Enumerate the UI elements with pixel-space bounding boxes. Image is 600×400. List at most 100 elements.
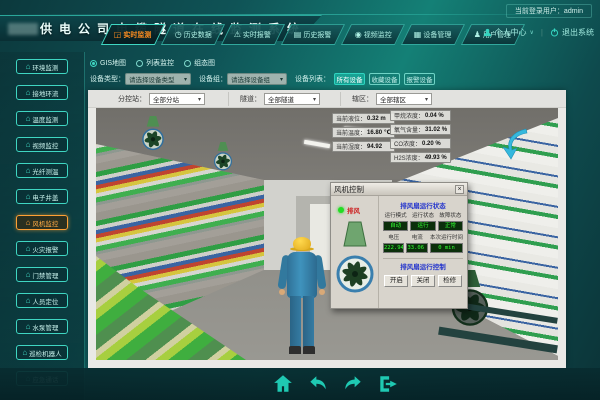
- tab-5[interactable]: ◉视频监控: [341, 24, 405, 45]
- view-mode-switcher: GIS地图 列表监控 组态图: [90, 58, 215, 68]
- alarm-bell-icon: ⚠: [234, 31, 241, 39]
- exit-icon[interactable]: [377, 373, 399, 395]
- sensor-value: 49.93 %: [425, 155, 447, 161]
- home-icon[interactable]: [272, 373, 294, 395]
- sensor-readout: 当前温度：16.80 ℃: [332, 127, 395, 138]
- filter-divider: [228, 92, 229, 106]
- fan-status-label: 运行模式: [383, 211, 408, 219]
- current-user-label: 当前登录用户：admin: [506, 4, 592, 18]
- device-list-button-2[interactable]: 收藏设备: [369, 73, 400, 85]
- main-nav-tabs: ◲实时监测◷历史数据⚠实时报警▤历史报警◉视频监控▦设备管理♟用户管理: [106, 24, 520, 45]
- district-select[interactable]: 全部辖区 ▾: [376, 93, 432, 105]
- district-label: 辖区：: [352, 94, 373, 104]
- sidebar: ⌂环境监测⌂接地环流⌂温度监测⌂视频监控⌂光纤测温⌂电子井盖⌂风机监控⌂火灾报警…: [0, 52, 85, 400]
- radio-icon: [184, 60, 191, 67]
- sidebar-item-6[interactable]: ⌂电子井盖: [16, 189, 68, 204]
- house-icon: ⌂: [26, 167, 31, 175]
- sensor-label: 甲烷浓度：: [394, 111, 424, 120]
- radio-label: 列表监控: [146, 58, 174, 68]
- fan-status-value: 运行: [410, 221, 435, 231]
- sidebar-item-label: 环境监测: [32, 62, 58, 72]
- house-icon: ⌂: [26, 271, 31, 279]
- view-mode-radio-3[interactable]: 组态图: [184, 58, 215, 68]
- caret-down-icon: ▾: [313, 96, 316, 103]
- view-mode-radio-2[interactable]: 列表监控: [136, 58, 174, 68]
- house-icon: ⌂: [26, 297, 31, 305]
- history-alarm-icon: ▤: [294, 31, 302, 39]
- worker-leg: [303, 296, 314, 348]
- tab-label: 视频监控: [363, 30, 391, 40]
- sidebar-item-label: 巡检机器人: [29, 348, 62, 358]
- dialog-title-bar[interactable]: 风机控制 ×: [331, 183, 467, 196]
- redo-arrow-icon[interactable]: [342, 373, 364, 395]
- device-grid-icon: ▦: [414, 31, 422, 39]
- sidebar-item-label: 水泵管理: [32, 322, 58, 332]
- house-icon: ⌂: [26, 193, 31, 201]
- fan-control-buttons: 开启关闭检修: [383, 275, 463, 287]
- sidebar-item-1[interactable]: ⌂环境监测: [16, 59, 68, 74]
- worker-hand: [279, 289, 285, 295]
- sidebar-item-4[interactable]: ⌂视频监控: [16, 137, 68, 152]
- sidebar-item-10[interactable]: ⌂人员定位: [16, 293, 68, 308]
- sidebar-item-2[interactable]: ⌂接地环流: [16, 85, 68, 100]
- device-type-label: 设备类型：: [90, 74, 125, 84]
- close-icon[interactable]: ×: [455, 185, 464, 194]
- sensor-readout: 氧气含量：31.02 %: [390, 124, 451, 135]
- tunnel-3d-view[interactable]: 当前液位：0.32 m当前温度：16.80 ℃当前湿度：94.92 甲烷浓度：0…: [96, 108, 558, 360]
- video-camera-icon: ◉: [355, 31, 362, 39]
- tab-label: 历史数据: [183, 30, 211, 40]
- fan-control-button-2[interactable]: 关闭: [411, 275, 435, 287]
- tab-6[interactable]: ▦设备管理: [401, 24, 465, 45]
- fan-control-button-3[interactable]: 检修: [438, 275, 462, 287]
- menu-divider: |: [541, 28, 543, 37]
- dialog-title: 风机控制: [334, 184, 364, 195]
- worker-avatar: [274, 236, 330, 360]
- sensor-label: 当前湿度：: [336, 142, 366, 151]
- undo-arrow-icon[interactable]: [307, 373, 329, 395]
- fan-control-button-1[interactable]: 开启: [384, 275, 408, 287]
- tab-3[interactable]: ⚠实时报警: [221, 24, 285, 45]
- fan-metrics-grid: 电压电流本次运行时间222.94 V33.06 A0 min: [383, 233, 463, 253]
- logout-link[interactable]: 退出系统: [562, 27, 594, 38]
- radio-label: 组态图: [194, 58, 215, 68]
- sidebar-item-8[interactable]: ⌂火灾报警: [16, 241, 68, 256]
- fan-graphic: [336, 218, 374, 302]
- view-mode-radio-1[interactable]: GIS地图: [90, 58, 126, 68]
- device-group-dropdown[interactable]: 请选择设备组 ▾: [227, 73, 287, 85]
- fan-status-label: 运行状态: [410, 211, 435, 219]
- worker-hand: [319, 289, 325, 295]
- caret-down-icon: ▾: [425, 96, 428, 103]
- sensor-value: 16.80 ℃: [367, 129, 391, 136]
- radio-label: GIS地图: [100, 58, 126, 68]
- sidebar-item-12[interactable]: ⌂巡检机器人: [16, 345, 68, 360]
- device-list-button-1[interactable]: 所有设备: [334, 73, 365, 85]
- filter-divider: [340, 92, 341, 106]
- safety-helmet: [293, 237, 311, 250]
- tab-4[interactable]: ▤历史报警: [281, 24, 345, 45]
- sidebar-item-9[interactable]: ⌂门禁管理: [16, 267, 68, 282]
- station-select[interactable]: 全部分站 ▾: [149, 93, 205, 105]
- personal-center-link[interactable]: 个人中心: [495, 27, 527, 38]
- caret-down-icon: ▾: [184, 76, 187, 83]
- sidebar-item-3[interactable]: ⌂温度监测: [16, 111, 68, 126]
- sidebar-item-label: 接地环流: [32, 88, 58, 98]
- tunnel-select[interactable]: 全部隧道 ▾: [264, 93, 320, 105]
- house-icon: ⌂: [26, 245, 31, 253]
- sidebar-item-5[interactable]: ⌂光纤测温: [16, 163, 68, 178]
- sidebar-item-7[interactable]: ⌂风机监控: [16, 215, 68, 230]
- tunnel-value: 全部隧道: [268, 94, 294, 104]
- device-list-buttons: 所有设备收藏设备报警设备: [330, 73, 435, 85]
- house-icon: ⌂: [26, 89, 31, 97]
- tab-2[interactable]: ◷历史数据: [161, 24, 225, 45]
- caret-down-icon: ▾: [280, 76, 283, 83]
- sensor-value: 0.04 %: [425, 113, 444, 119]
- sensor-readout: 甲烷浓度：0.04 %: [390, 110, 451, 121]
- fan-status-value: 自动: [383, 221, 408, 231]
- device-list-button-3[interactable]: 报警设备: [404, 73, 435, 85]
- sidebar-item-11[interactable]: ⌂水泵管理: [16, 319, 68, 334]
- tab-1[interactable]: ◲实时监测: [101, 24, 165, 45]
- house-icon: ⌂: [26, 115, 31, 123]
- tab-label: 设备管理: [424, 30, 452, 40]
- sensor-label: 当前液位：: [336, 114, 366, 123]
- device-type-dropdown[interactable]: 请选择设备类型 ▾: [125, 73, 191, 85]
